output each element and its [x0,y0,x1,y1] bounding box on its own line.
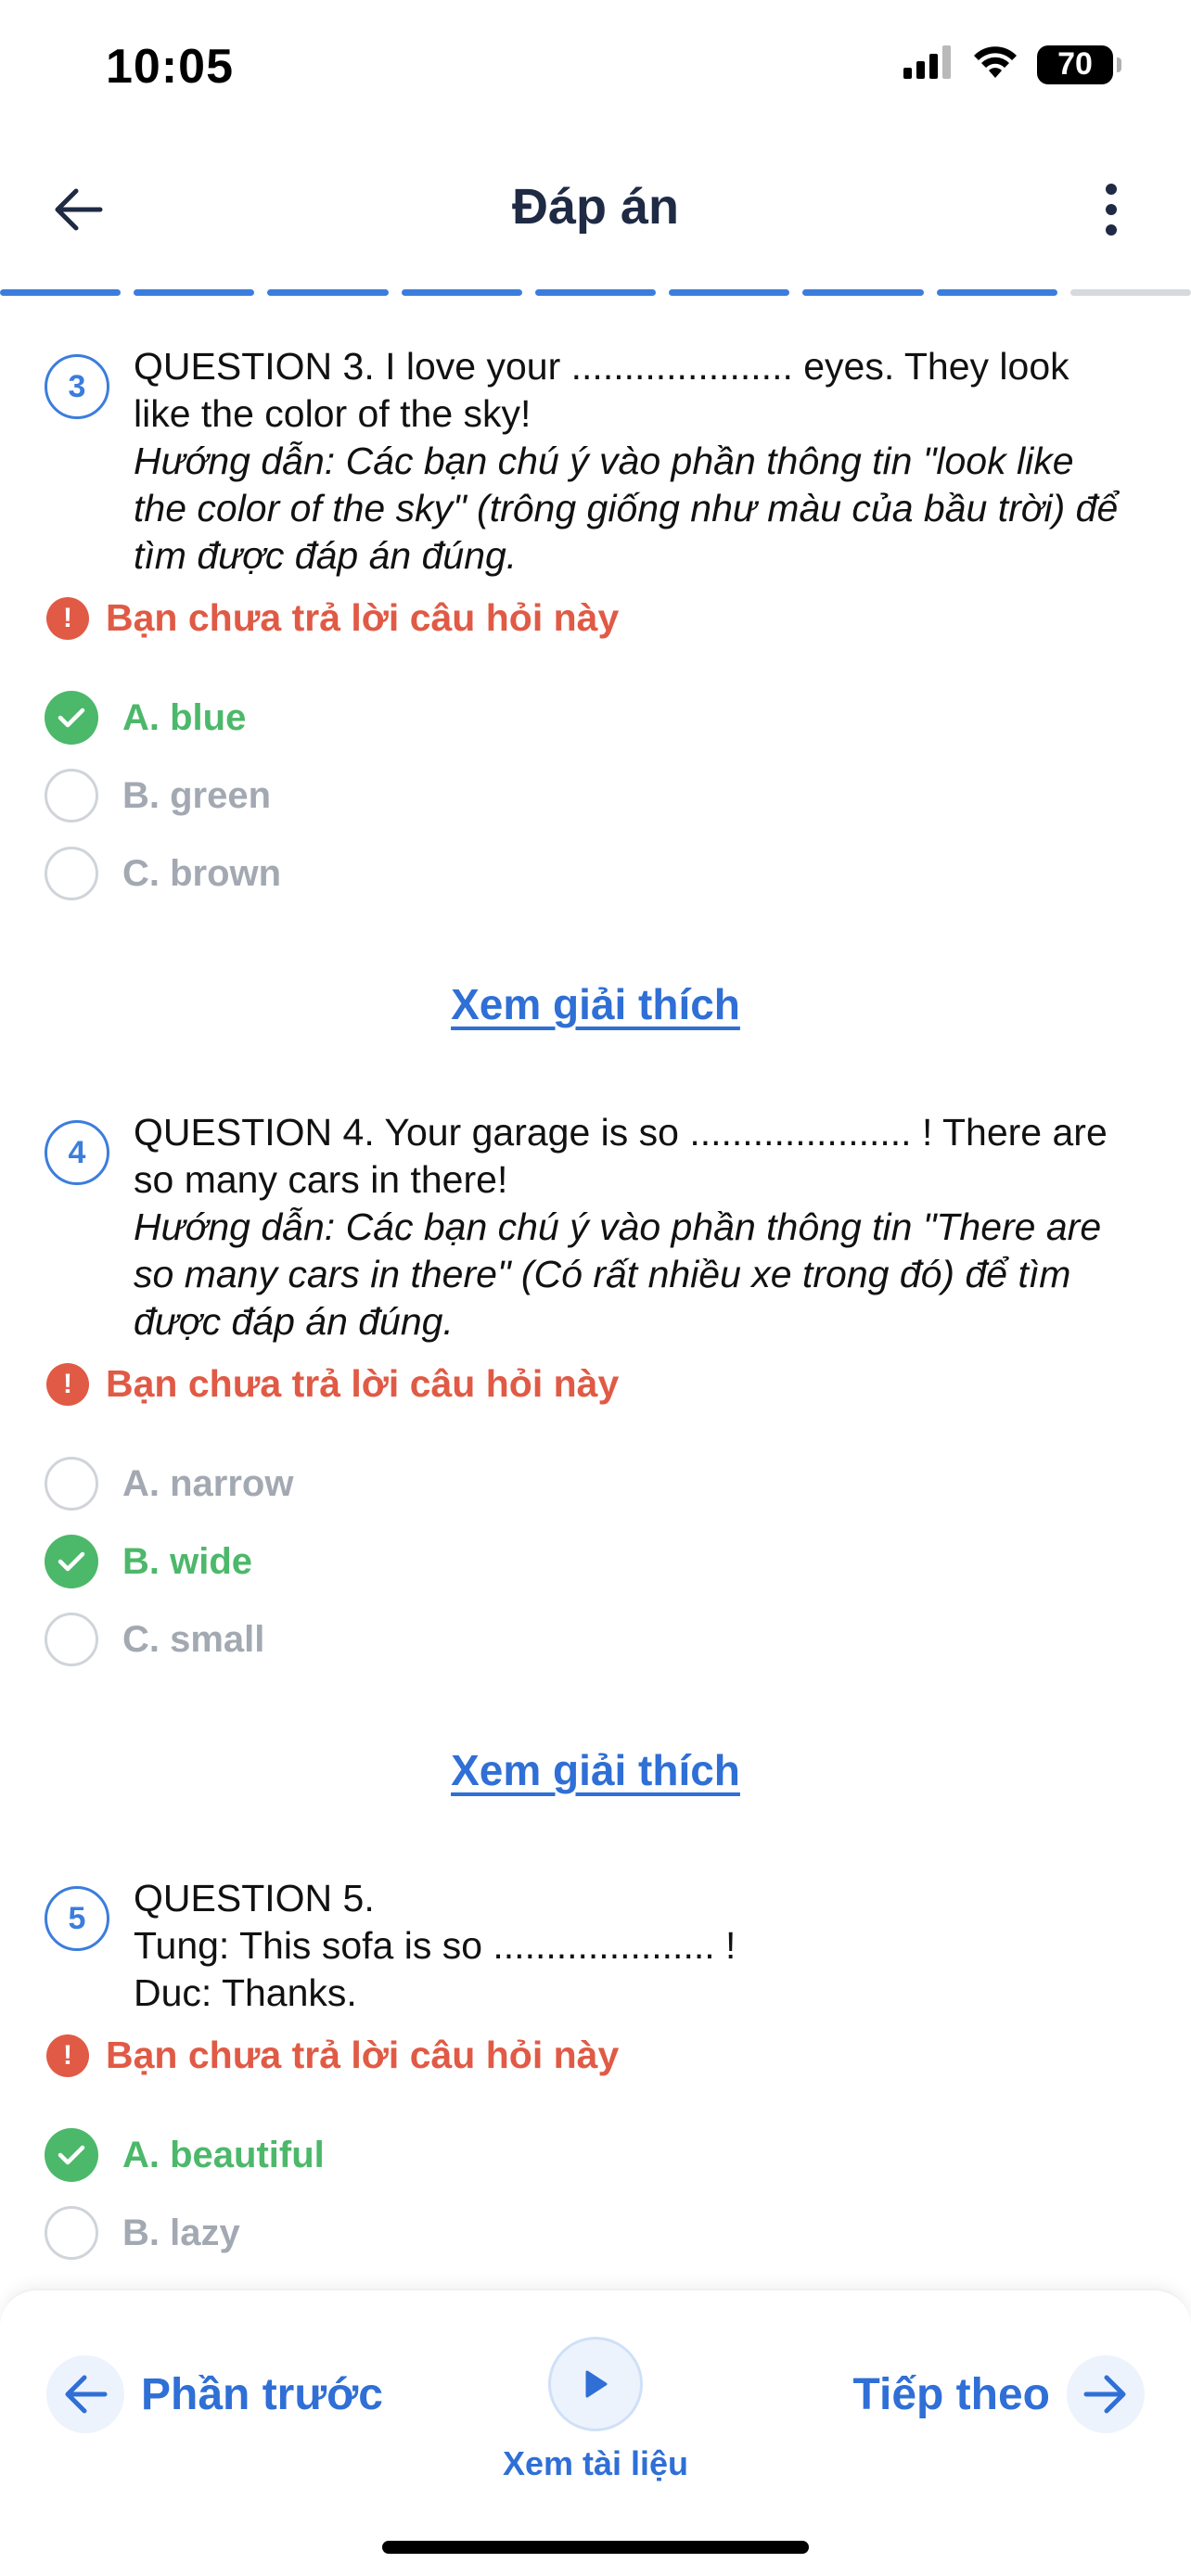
answer-list: 3 QUESTION 3. I love your ..............… [0,343,1191,2272]
progress-segment [134,289,255,296]
check-icon [45,1535,98,1588]
unanswered-warning: ! Bạn chưa trả lời câu hỏi này [46,596,1191,640]
status-bar: 10:05 70 [0,0,1191,139]
option-b[interactable]: B. lazy [45,2194,1191,2272]
question-number: 3 [45,354,109,419]
option-label: B. green [122,774,272,816]
bottom-nav-bar: Phần trước Xem tài liệu Tiếp theo [0,2289,1191,2576]
progress-segment [534,289,657,296]
question-text: QUESTION 5. Tung: This sofa is so ......… [134,1877,736,2014]
header: Đáp án [0,139,1191,278]
progress-segments [0,289,1191,297]
more-button[interactable] [1078,176,1145,243]
question-text: QUESTION 3. I love your ................… [134,345,1069,435]
unanswered-warning: ! Bạn chưa trả lời câu hỏi này [46,2034,1191,2077]
option-a[interactable]: A. beautiful [45,2116,1191,2194]
progress-segment [1069,289,1191,296]
option-label: C. brown [122,852,282,894]
option-a[interactable]: A. blue [45,679,1191,757]
warning-text: Bạn chưa trả lời câu hỏi này [106,596,620,639]
view-explanation-link[interactable]: Xem giải thích [451,1746,740,1794]
progress-segment [0,289,122,296]
option-b[interactable]: B. green [45,757,1191,835]
home-indicator [382,2541,809,2554]
option-label: A. narrow [122,1462,294,1504]
question-3: 3 QUESTION 3. I love your ..............… [0,343,1191,1029]
radio-icon [45,769,98,823]
question-5: 5 QUESTION 5. Tung: This sofa is so ....… [0,1875,1191,2272]
radio-icon [45,847,98,900]
warning-text: Bạn chưa trả lời câu hỏi này [106,1362,620,1405]
status-icons: 70 [903,45,1121,84]
check-icon [45,691,98,745]
play-icon [548,2337,643,2431]
option-a[interactable]: A. narrow [45,1445,1191,1523]
signal-icon [903,45,954,83]
option-c[interactable]: C. small [45,1600,1191,1678]
progress-segment [802,289,924,296]
radio-icon [45,2206,98,2260]
battery-icon: 70 [1037,45,1121,84]
option-c[interactable]: C. brown [45,835,1191,912]
question-number: 5 [45,1886,109,1951]
question-4: 4 QUESTION 4. Your garage is so ........… [0,1109,1191,1795]
exclamation-icon: ! [46,596,89,640]
arrow-right-icon [1067,2355,1145,2433]
question-hint: Hướng dẫn: Các bạn chú ý vào phần thông … [134,440,1119,577]
option-b[interactable]: B. wide [45,1523,1191,1600]
unanswered-warning: ! Bạn chưa trả lời câu hỏi này [46,1362,1191,1406]
option-list: A. narrow B. wide C. small [0,1445,1191,1678]
option-label: B. wide [122,1540,253,1582]
explain-wrapper: Xem giải thích [0,1745,1191,1795]
option-list: A. beautiful B. lazy [0,2116,1191,2272]
progress-segment [267,289,389,296]
option-label: C. small [122,1618,265,1660]
option-label: A. beautiful [122,2134,325,2175]
question-text: QUESTION 4. Your garage is so ..........… [134,1111,1108,1201]
progress-segment [669,289,790,296]
radio-icon [45,1457,98,1511]
exclamation-icon: ! [46,2034,89,2077]
option-label: B. lazy [122,2212,240,2253]
question-number: 4 [45,1120,109,1185]
question-hint: Hướng dẫn: Các bạn chú ý vào phần thông … [134,1205,1102,1343]
next-button[interactable]: Tiếp theo [853,2355,1145,2433]
more-vertical-icon [1106,184,1117,236]
wifi-icon [972,45,1018,84]
view-documents-label: Xem tài liệu [502,2444,689,2482]
view-explanation-link[interactable]: Xem giải thích [451,980,740,1028]
progress-segment [401,289,522,296]
exclamation-icon: ! [46,1362,89,1406]
option-label: A. blue [122,696,247,738]
option-list: A. blue B. green C. brown [0,679,1191,912]
warning-text: Bạn chưa trả lời câu hỏi này [106,2034,620,2076]
explain-wrapper: Xem giải thích [0,979,1191,1029]
radio-icon [45,1613,98,1666]
status-time: 10:05 [106,40,234,94]
progress-segment [936,289,1057,296]
check-icon [45,2128,98,2182]
next-label: Tiếp theo [852,2369,1050,2419]
page-title: Đáp án [511,179,680,235]
